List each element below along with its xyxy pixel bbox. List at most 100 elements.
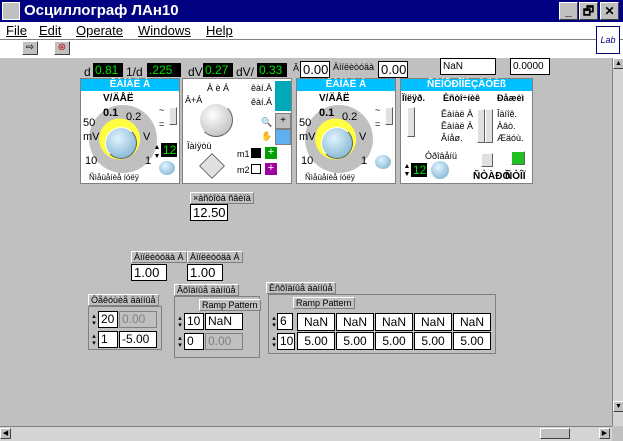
channel-a-offset-spin-down[interactable]: ▼ — [153, 153, 161, 160]
vertical-scrollbar[interactable]: ▲ ▼ — [612, 58, 623, 426]
sync-source-a: Êàíàë À — [441, 109, 474, 119]
front-panel: d 0.81 1/d .225 dV 0.27 dV/ 0.33 Â 0.00 … — [0, 58, 612, 426]
input-data-index-1[interactable]: 10 — [184, 313, 204, 330]
close-button[interactable]: ✕ — [600, 2, 619, 20]
sync-level-knob[interactable] — [431, 161, 449, 179]
input-data-idx2-spin[interactable]: ▴ ▾ — [176, 335, 184, 349]
output-row1-cell: NaN — [336, 313, 374, 331]
display-mode-ch-a: êàí.À — [251, 83, 273, 93]
input-data-index-2[interactable]: 0 — [184, 333, 204, 350]
inv-d-indicator: .225 — [147, 63, 181, 77]
a-value-indicator: 0.00 — [300, 61, 330, 78]
pan-button[interactable] — [275, 129, 291, 145]
zoom-icon[interactable]: 🔍 — [261, 117, 272, 128]
channel-b-coupling-switch[interactable] — [385, 107, 393, 125]
scroll-right-arrow-icon[interactable]: ▶ — [599, 428, 610, 439]
scroll-left-arrow-icon[interactable]: ◀ — [0, 428, 11, 439]
memory-m2-add-button[interactable]: + — [265, 163, 277, 175]
maximize-button[interactable]: 🗗 — [579, 2, 598, 20]
output-data-index-2[interactable]: 10 — [277, 333, 295, 350]
current-data-index-2[interactable]: 1 — [98, 331, 118, 348]
output-ramp-pattern-label: Ramp Pattern — [293, 297, 355, 309]
a-value-label: Â — [293, 63, 300, 73]
input-data-value-2: 0.00 — [205, 333, 243, 350]
sync-source-ext: Âíåø. — [441, 133, 463, 143]
channel-a-tick-50: 50 — [83, 117, 96, 129]
channel-a-tick-v: V — [143, 131, 151, 143]
input-data-value-1: NaN — [205, 313, 243, 330]
vi-icon[interactable]: Lab — [596, 26, 620, 54]
input-data-idx1-spin[interactable]: ▴ ▾ — [176, 315, 184, 329]
menu-windows[interactable]: Windows — [138, 23, 191, 38]
channel-a-offset-knob[interactable] — [159, 161, 175, 175]
dv-d-indicator: 0.33 — [257, 63, 287, 77]
toolbar: ⇨ ⊛ — [0, 40, 623, 58]
hand-icon[interactable]: ✋ — [261, 131, 272, 142]
app-icon[interactable] — [2, 2, 20, 20]
sync-polarity-switch[interactable] — [407, 107, 415, 137]
channel-b-scale-knob[interactable] — [321, 127, 353, 159]
scroll-up-arrow-icon[interactable]: ▲ — [613, 58, 623, 69]
sync-level-spin-down[interactable]: ▼ — [403, 171, 411, 178]
start-button[interactable] — [481, 153, 493, 167]
menu-operate[interactable]: Operate — [76, 23, 123, 38]
channel-b-offset-label: Ñìåùåíèå íóëÿ — [305, 173, 355, 182]
channel-a-offset-spin-up[interactable]: ▲ — [153, 144, 161, 151]
minimize-button[interactable]: _ — [559, 2, 578, 20]
display-mode-ch-b: êàí.Á — [251, 97, 273, 107]
horizontal-scroll-thumb[interactable] — [540, 428, 570, 439]
display-mode-knob[interactable] — [199, 103, 233, 137]
memory-dpad[interactable] — [199, 153, 225, 179]
sync-mode-switch[interactable] — [485, 109, 493, 143]
current-data-value-1: 0.00 — [119, 311, 157, 328]
menu-help[interactable]: Help — [206, 23, 233, 38]
channel-b-tick-mv: mV — [299, 131, 316, 143]
scroll-down-arrow-icon[interactable]: ▼ — [613, 401, 623, 412]
menu-file[interactable]: File — [6, 23, 27, 38]
output-row2-cell: 5.00 — [453, 332, 491, 350]
output-row2-cell: 5.00 — [297, 332, 335, 350]
channel-a-tick-mv: mV — [83, 131, 100, 143]
display-mode-label: À è Á — [207, 83, 230, 93]
sync-header: ÑÈÍÕÐÎÍÈÇÀÖÈß — [401, 79, 532, 91]
stop-button[interactable]: ⊛ — [54, 41, 70, 55]
stop-run-button[interactable] — [511, 151, 525, 165]
sync-panel: ÑÈÍÕÐÎÍÈÇÀÖÈß Ïîëÿð. Èñòî÷íèê Ðåæèì Êàíà… — [400, 78, 533, 184]
zoom-plus-button[interactable]: + — [275, 113, 291, 129]
dv-d-label: dV/ — [236, 65, 255, 79]
channel-a-tick-10: 10 — [85, 155, 98, 167]
current-data-idx2-spin[interactable]: ▴ ▾ — [90, 333, 98, 347]
dv-label: dV — [188, 65, 203, 79]
horizontal-scrollbar[interactable]: ◀ ▶ — [0, 426, 612, 441]
sync-source-switch[interactable] — [477, 109, 485, 143]
current-data-idx1-spin[interactable]: ▴ ▾ — [90, 313, 98, 327]
current-data-array: ▴ ▾ 20 0.00 ▴ ▾ 1 -5.00 — [88, 306, 162, 350]
amplitude-a-input[interactable]: 1.00 — [131, 264, 167, 281]
current-data-index-1[interactable]: 20 — [98, 311, 118, 328]
run-button[interactable]: ⇨ — [22, 41, 38, 55]
title-bar[interactable]: Осциллограф ЛАн10 _ 🗗 ✕ — [0, 0, 623, 22]
channel-a-scale-knob[interactable] — [105, 127, 137, 159]
amplitude-b-input[interactable]: 1.00 — [187, 264, 223, 281]
sync-mode-auto: Àâò. — [497, 121, 516, 131]
channel-a-offset[interactable]: 12 — [161, 143, 177, 157]
menu-edit[interactable]: Edit — [39, 23, 61, 38]
sync-level-label: Óðîâåíü — [425, 151, 458, 161]
channel-b-tick-01: 0.1 — [319, 107, 335, 119]
channel-a-tick-1: 1 — [145, 155, 152, 167]
output-data-array: Ramp Pattern ▴ ▾ 6 ▴ ▾ 10 NaN NaN NaN NaN … — [268, 294, 496, 354]
output-row1-cell: NaN — [297, 313, 335, 331]
sync-mode-wait: Æäóù. — [497, 133, 524, 143]
amplitude-a-label: Àìïëèòóäà À — [131, 251, 187, 263]
output-data-index-1[interactable]: 6 — [277, 313, 293, 330]
amplitude-indicator: 0.00 — [378, 61, 408, 78]
input-data-array: Ramp Pattern ▴ ▾ 10 NaN ▴ ▾ 0 0.00 — [174, 296, 261, 358]
channel-b-tick-10: 10 — [301, 155, 314, 167]
sync-level-spin-up[interactable]: ▲ — [403, 163, 411, 170]
channel-a-coupling-switch[interactable] — [169, 107, 177, 125]
sweep-freq-input[interactable]: 12.50 — [190, 204, 228, 221]
memory-m1-add-button[interactable]: + — [265, 147, 277, 159]
sync-level-value[interactable]: 12 — [411, 163, 427, 177]
channel-b-offset-knob[interactable] — [375, 155, 391, 169]
scroll-up-button[interactable] — [275, 81, 291, 111]
